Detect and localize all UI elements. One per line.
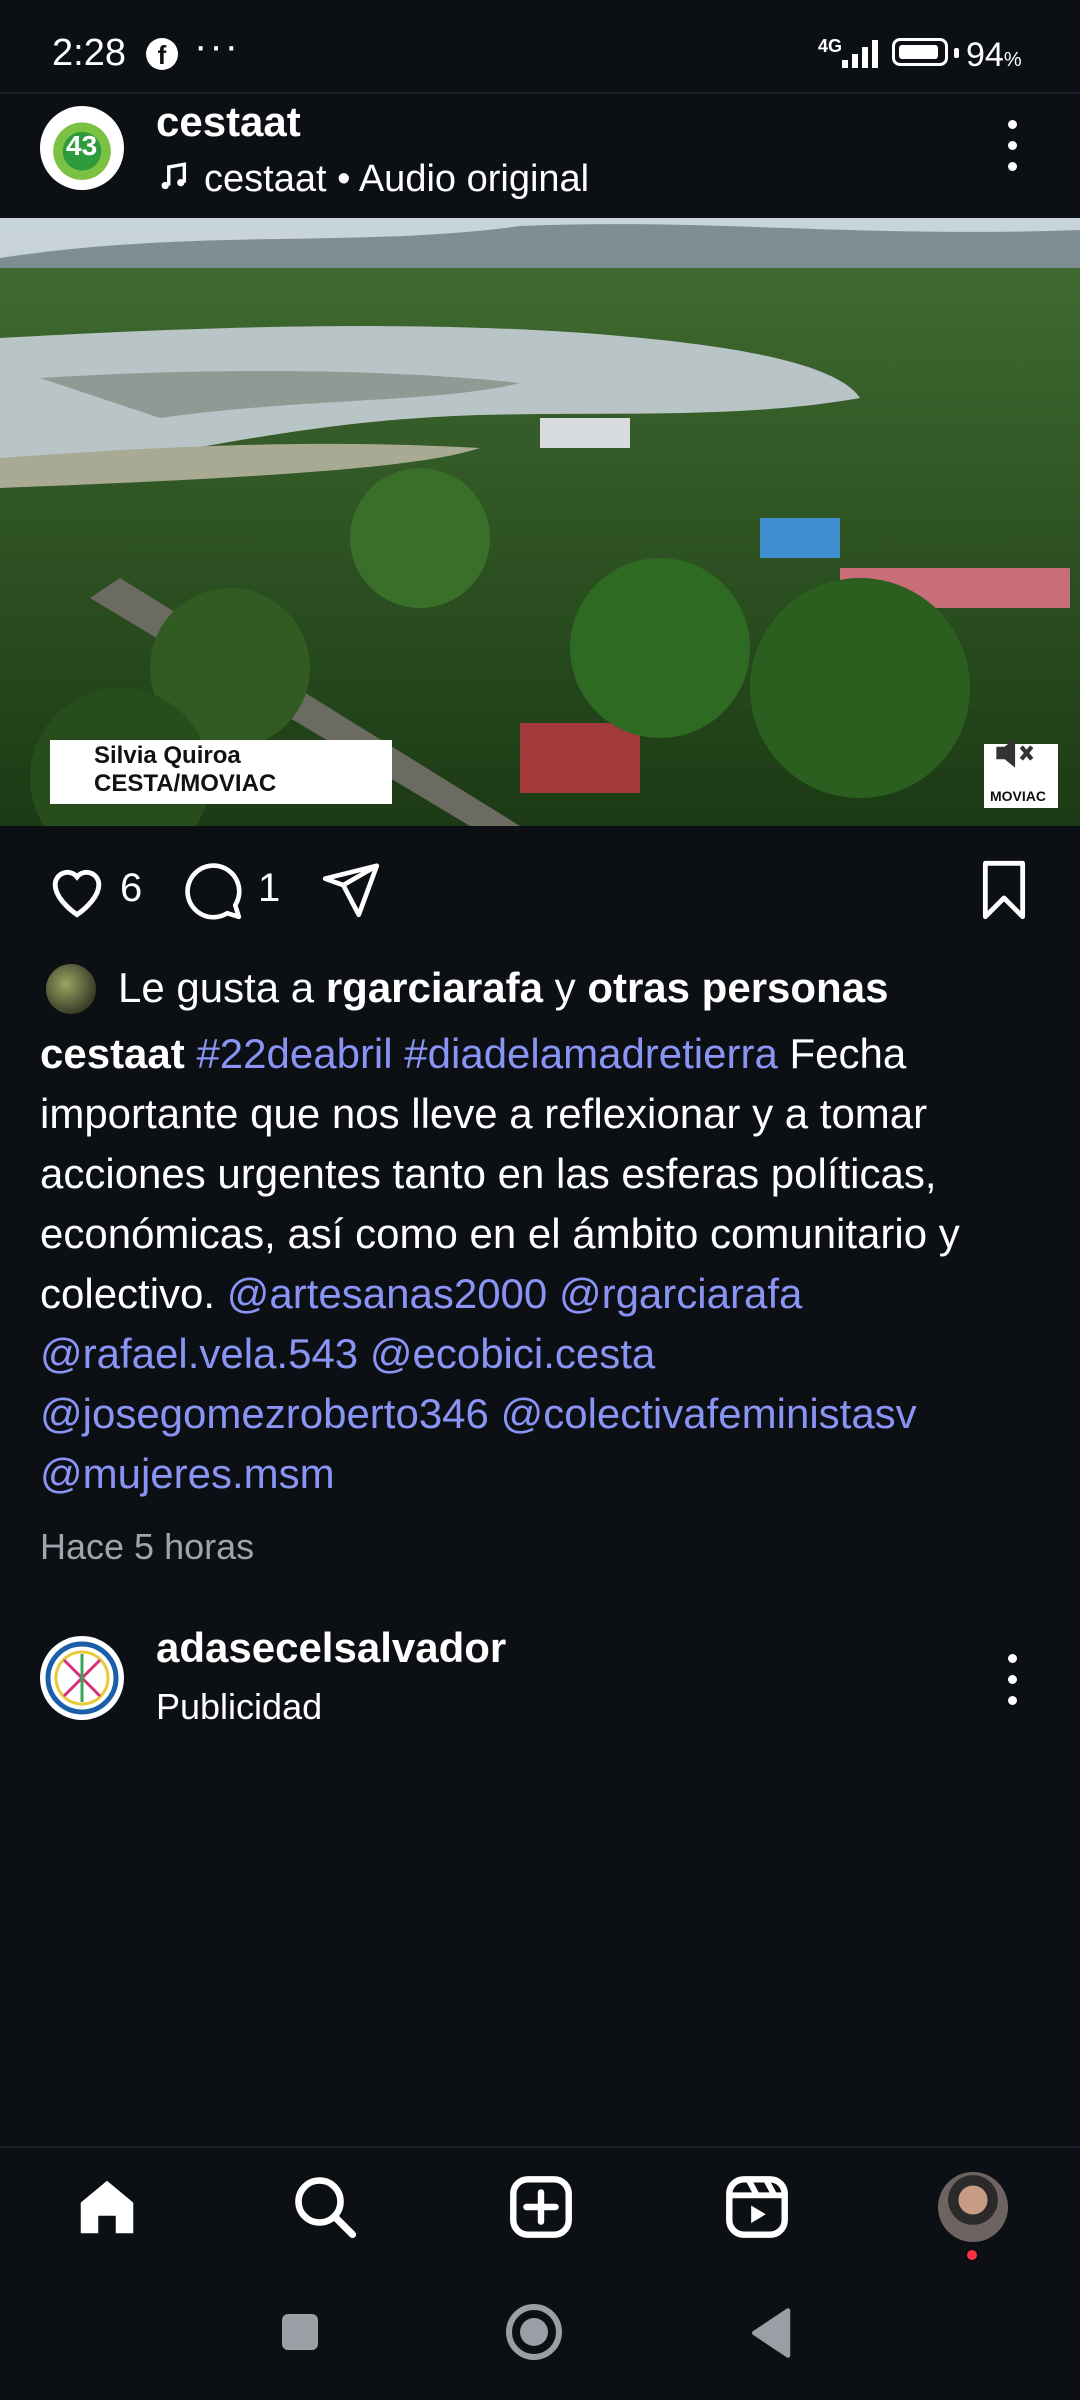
more-dots-icon: ··· [194, 24, 240, 68]
comment-count[interactable]: 1 [258, 866, 280, 911]
post-timestamp: Hace 5 horas [40, 1526, 255, 1567]
share-icon[interactable] [318, 858, 384, 920]
notification-dot [967, 2250, 977, 2260]
mute-icon[interactable] [988, 728, 1038, 778]
search-icon[interactable] [288, 2170, 360, 2242]
music-note-icon [161, 162, 187, 190]
adasec-logo-icon [45, 1641, 119, 1715]
signal-icon [842, 40, 878, 68]
avatar-logo-text: 43 [66, 130, 98, 161]
battery-nub [954, 48, 959, 58]
home-button-inner [520, 2318, 548, 2346]
bookmark-icon[interactable] [976, 858, 1032, 922]
mention[interactable]: @artesanas2000 [227, 1270, 548, 1317]
post-author-avatar[interactable]: 43 [40, 106, 124, 190]
mention[interactable]: @rafael.vela.543 [40, 1330, 358, 1377]
like-count[interactable]: 6 [120, 866, 142, 911]
like-heart-icon[interactable] [44, 860, 110, 920]
reels-icon[interactable] [722, 2172, 792, 2242]
post-media[interactable] [0, 218, 1080, 826]
mention[interactable]: @mujeres.msm [40, 1450, 335, 1497]
mention[interactable]: @rgarciarafa [559, 1270, 802, 1317]
hashtag[interactable]: #diadelamadretierra [404, 1030, 778, 1077]
video-caption-org: CESTA/MOVIAC [94, 770, 277, 797]
audio-label[interactable]: cestaat • Audio original [204, 158, 589, 201]
divider [0, 92, 1080, 94]
back-button[interactable] [746, 2306, 794, 2360]
ad-options-icon[interactable] [1004, 1654, 1020, 1714]
recent-apps-button[interactable] [282, 2314, 318, 2350]
facebook-icon: f [146, 38, 178, 70]
moviac-badge-text: MOVIAC [990, 788, 1046, 804]
caption-author[interactable]: cestaat [40, 1030, 185, 1077]
aerial-landscape-image [0, 218, 1080, 826]
sponsored-label: Publicidad [156, 1686, 323, 1727]
mention[interactable]: @ecobici.cesta [370, 1330, 655, 1377]
ad-author-avatar[interactable] [40, 1636, 124, 1720]
liked-by-text[interactable]: Le gusta a rgarciarafa y otras personas [118, 964, 888, 1012]
battery-percent: 94% [966, 36, 1022, 74]
ad-username[interactable]: adasecelsalvador [156, 1624, 506, 1672]
create-post-icon[interactable] [506, 2172, 576, 2242]
mention[interactable]: @josegomezroberto346 [40, 1390, 489, 1437]
liker-avatar[interactable] [44, 962, 98, 1016]
profile-avatar[interactable] [938, 2172, 1008, 2242]
post-username[interactable]: cestaat [156, 98, 301, 146]
home-icon[interactable] [72, 2172, 142, 2242]
battery-level [899, 45, 938, 59]
video-caption-name: Silvia Quiroa [94, 742, 241, 769]
post-caption: cestaat #22deabril #diadelamadretierra F… [40, 1024, 1050, 1504]
status-time: 2:28 [52, 32, 126, 74]
mention[interactable]: @colectivafeministasv [501, 1390, 917, 1437]
hashtag[interactable]: #22deabril [196, 1030, 392, 1077]
battery-icon [892, 38, 948, 66]
post-options-icon[interactable] [1004, 120, 1020, 180]
comment-icon[interactable] [180, 860, 246, 922]
